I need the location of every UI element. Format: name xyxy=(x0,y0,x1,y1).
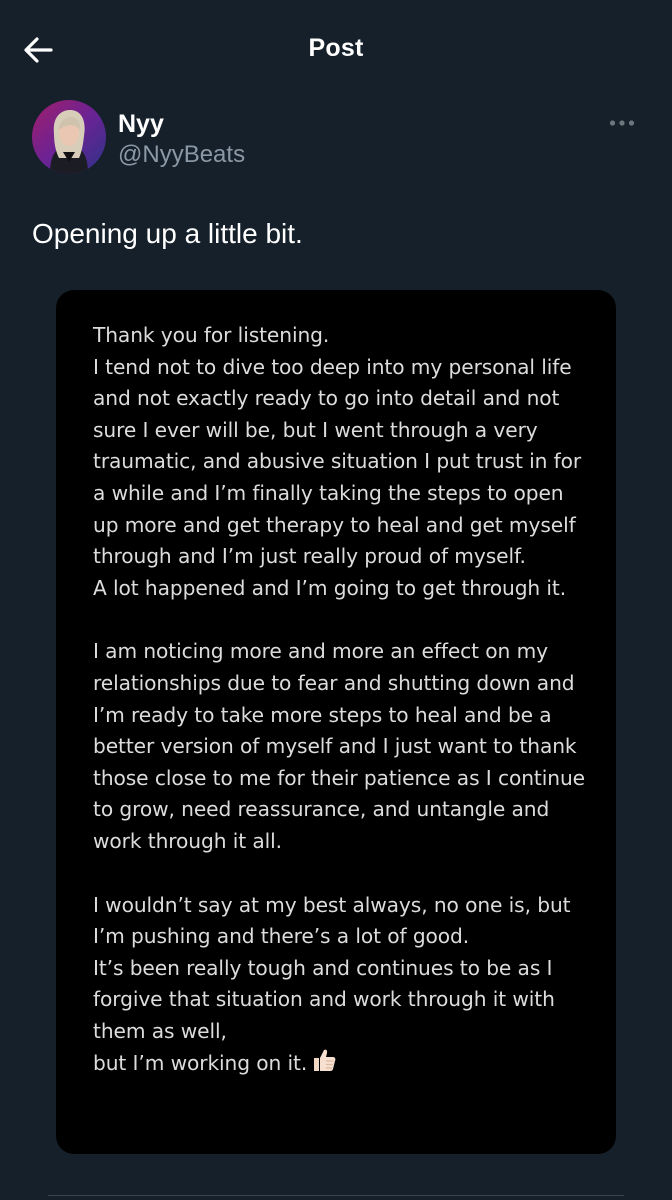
page-title: Post xyxy=(308,34,364,62)
avatar-image xyxy=(32,100,106,174)
note-line: I’m ready to take more steps to heal and… xyxy=(93,702,552,727)
note-line: I wouldn’t say at my best always, no one… xyxy=(93,892,571,917)
post-text: Opening up a little bit. xyxy=(32,218,303,249)
attached-image[interactable]: Thank you for listening. I tend not to d… xyxy=(56,290,616,1154)
note-line: work through it all. xyxy=(93,828,282,853)
avatar[interactable] xyxy=(32,100,106,174)
note-line: and not exactly ready to go into detail … xyxy=(93,386,560,411)
note-line: I am noticing more and more an effect on… xyxy=(93,639,548,664)
note-line: through and I’m just really proud of mys… xyxy=(93,544,526,569)
note-line: up more and get therapy to heal and get … xyxy=(93,512,576,537)
note-line: those close to me for their patience as … xyxy=(93,765,585,790)
note-line: A lot happened and I’m going to get thro… xyxy=(93,575,567,600)
post-detail-screen: Post Nyy @NyyBeats Opening up a little b… xyxy=(0,0,672,1200)
note-line: to grow, need reassurance, and untangle … xyxy=(93,797,550,822)
note-line: traumatic, and abusive situation I put t… xyxy=(93,449,582,474)
note-line: I’m pushing and there’s a lot of good. xyxy=(93,924,470,949)
thumbs-up-icon xyxy=(311,1047,337,1083)
more-horizontal-icon xyxy=(609,120,635,126)
top-bar: Post xyxy=(0,0,672,100)
author-name[interactable]: Nyy xyxy=(118,110,164,139)
note-line: them as well, xyxy=(93,1018,227,1043)
more-options-button[interactable] xyxy=(602,108,642,138)
note-line: sure I ever will be, but I went through … xyxy=(93,417,538,442)
note-line: I tend not to dive too deep into my pers… xyxy=(93,354,572,379)
notes-screenshot-text: Thank you for listening. I tend not to d… xyxy=(93,320,593,1083)
note-line: a while and I’m finally taking the steps… xyxy=(93,480,564,505)
note-line-text: but I’m working on it. xyxy=(93,1051,308,1076)
note-line: It’s been really tough and continues to … xyxy=(93,955,553,980)
author-handle[interactable]: @NyyBeats xyxy=(118,141,245,169)
note-line: forgive that situation and work through … xyxy=(93,987,555,1012)
note-line: better version of myself and I just want… xyxy=(93,734,577,759)
divider xyxy=(48,1195,624,1200)
note-line: Thank you for listening. xyxy=(93,323,330,347)
author-row: Nyy @NyyBeats xyxy=(32,100,642,176)
note-line-last: but I’m working on it. xyxy=(93,1047,593,1083)
note-line: relationships due to fear and shutting d… xyxy=(93,670,575,695)
